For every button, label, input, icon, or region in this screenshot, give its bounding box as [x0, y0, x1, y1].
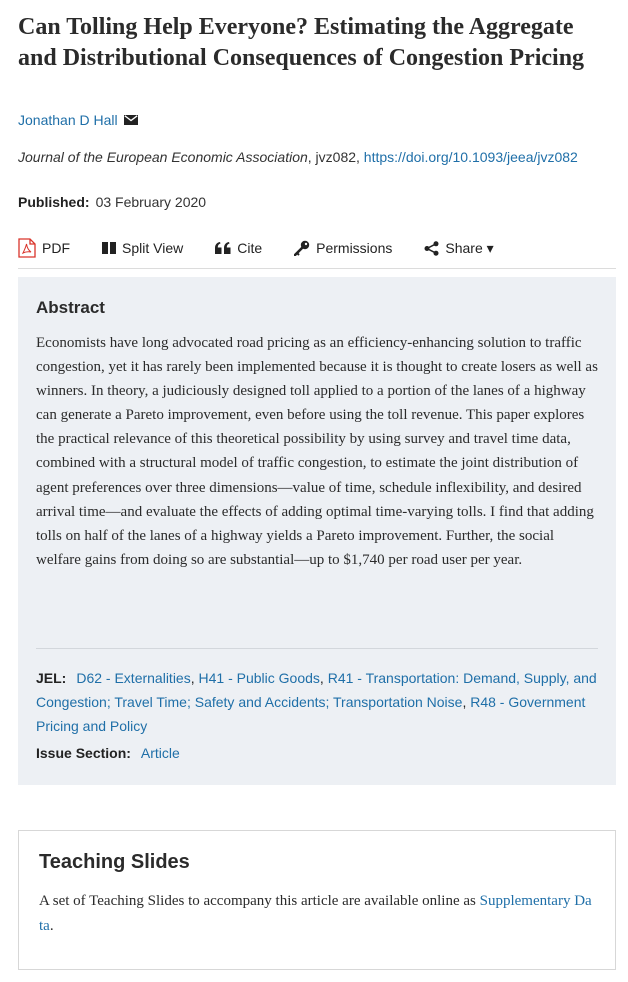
- jel-separator: ,: [190, 670, 199, 686]
- teaching-slides-text: A set of Teaching Slides to accompany th…: [39, 889, 595, 938]
- pdf-label: PDF: [42, 240, 70, 256]
- article-toolbar: PDF Split View Cite Permissions Share ▾: [18, 232, 616, 269]
- teaching-slides-section: Teaching Slides A set of Teaching Slides…: [18, 830, 616, 970]
- permissions-button[interactable]: Permissions: [294, 232, 392, 264]
- citation-line: Journal of the European Economic Associa…: [18, 145, 614, 169]
- published-date: 03 February 2020: [95, 194, 207, 210]
- jel-link[interactable]: D62 - Externalities: [76, 670, 190, 686]
- abstract-section: Abstract Economists have long advocated …: [18, 277, 616, 785]
- abstract-text: Economists have long advocated road pric…: [36, 335, 598, 568]
- key-icon: [294, 240, 310, 256]
- jel-codes: JEL: D62 - Externalities, H41 - Public Go…: [36, 666, 602, 738]
- permissions-label: Permissions: [316, 240, 393, 256]
- share-button[interactable]: Share ▾: [424, 232, 494, 264]
- doi-link[interactable]: https://doi.org/10.1093/jeea/jvz082: [364, 149, 578, 165]
- share-label: Share ▾: [445, 239, 494, 256]
- split-view-label: Split View: [122, 240, 184, 256]
- slides-period: .: [49, 917, 54, 934]
- teaching-slides-heading: Teaching Slides: [39, 851, 190, 873]
- quote-icon: [215, 242, 231, 254]
- issue-section: Issue Section: Article: [36, 745, 180, 761]
- journal-name: Journal of the European Economic Associa…: [18, 149, 308, 165]
- abstract-heading: Abstract: [36, 298, 105, 317]
- share-icon: [424, 240, 439, 256]
- jel-separator: ,: [319, 670, 328, 686]
- published-label: Published:: [18, 194, 90, 210]
- published-line: Published: 03 February 2020: [18, 194, 206, 210]
- jel-label: JEL:: [36, 670, 67, 686]
- article-id: , jvz082,: [307, 149, 364, 165]
- cite-label: Cite: [237, 240, 263, 256]
- issue-label: Issue Section:: [36, 745, 131, 761]
- split-view-button[interactable]: Split View: [102, 232, 183, 264]
- pdf-icon: [18, 238, 36, 258]
- slides-description: A set of Teaching Slides to accompany th…: [39, 893, 480, 909]
- divider: [36, 648, 598, 649]
- mail-icon[interactable]: [123, 115, 138, 125]
- author-link[interactable]: Jonathan D Hall: [18, 112, 118, 128]
- issue-link[interactable]: Article: [141, 745, 180, 761]
- article-title: Can Tolling Help Everyone? Estimating th…: [18, 14, 585, 71]
- cite-button[interactable]: Cite: [215, 232, 262, 264]
- jel-link[interactable]: H41 - Public Goods: [199, 670, 320, 686]
- pdf-button[interactable]: PDF: [18, 232, 70, 264]
- split-view-icon: [102, 242, 116, 254]
- author-line: Jonathan D Hall: [18, 112, 138, 128]
